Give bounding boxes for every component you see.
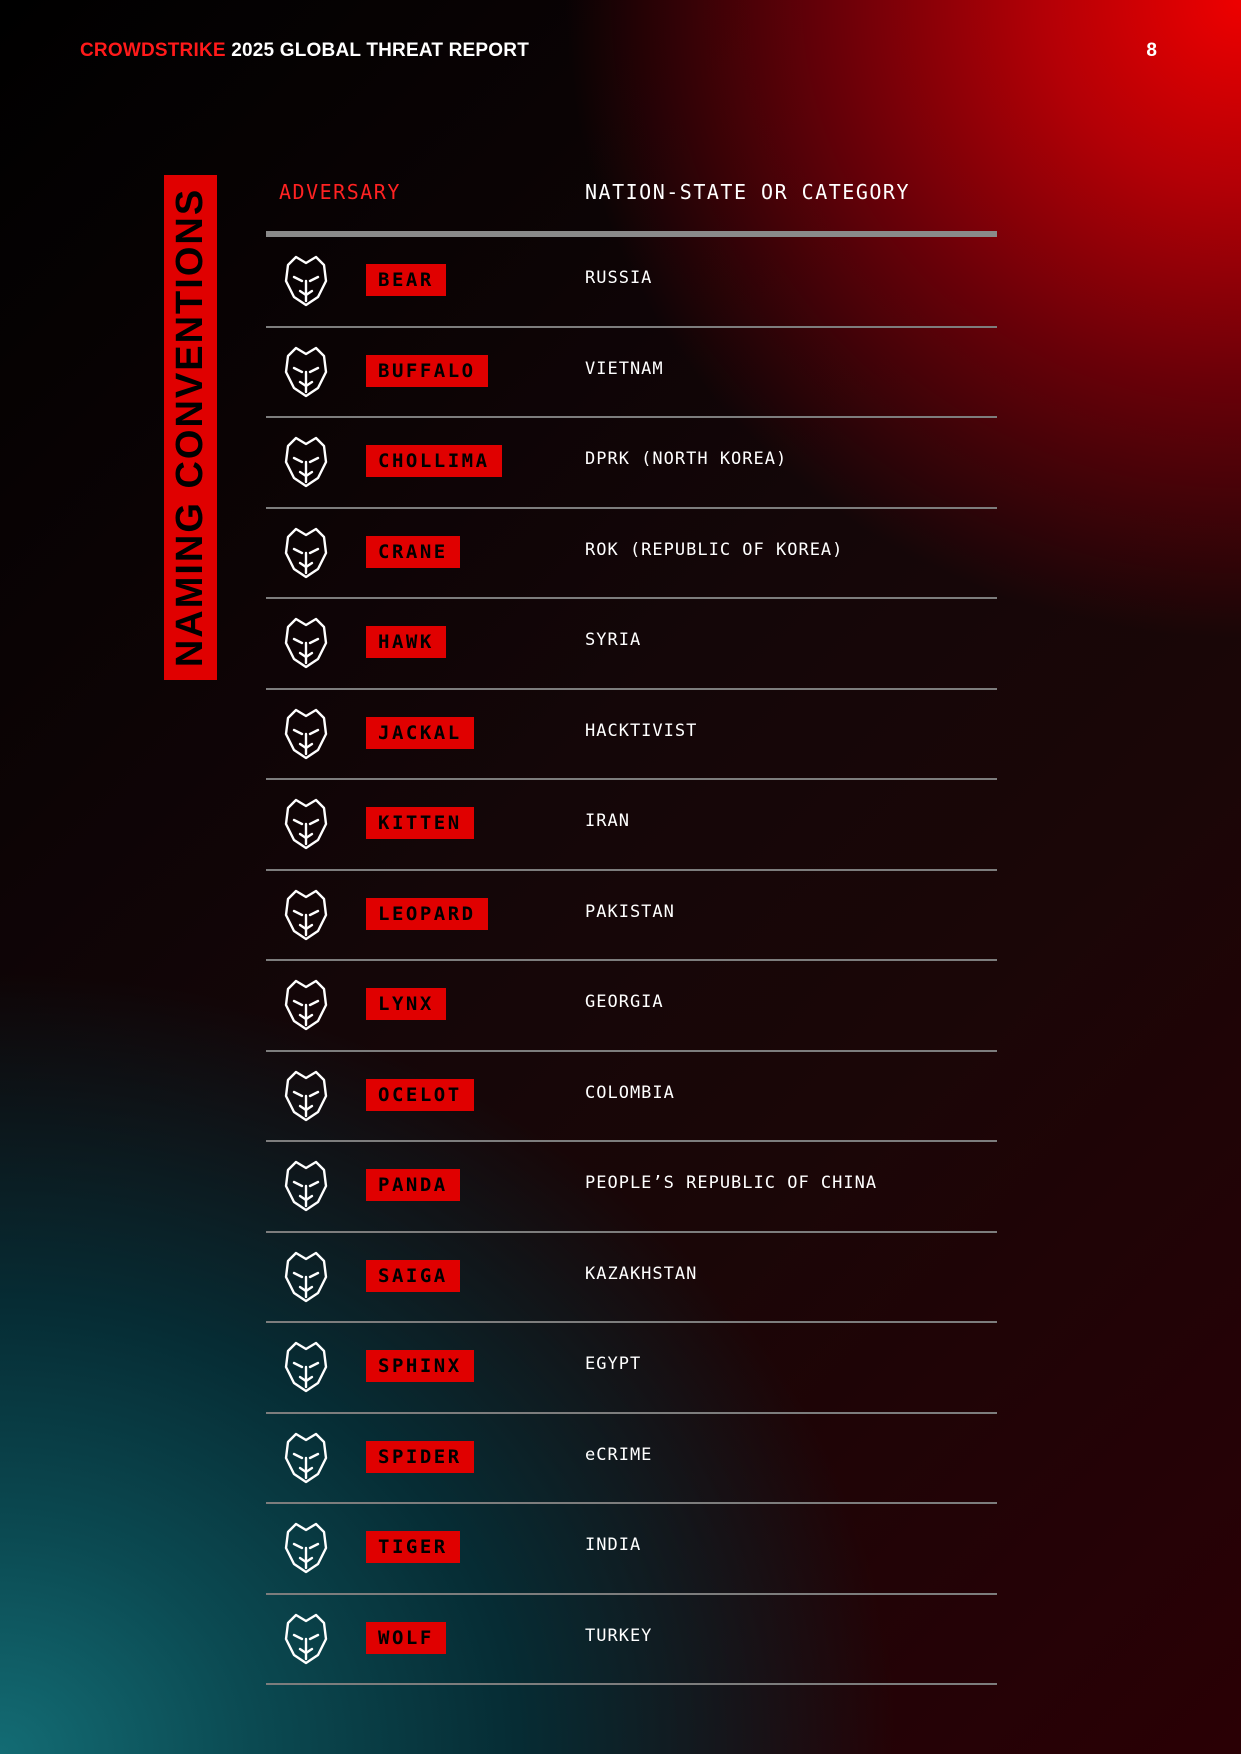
jackal-icon (276, 704, 336, 764)
column-header-nation: NATION-STATE OR CATEGORY (585, 180, 910, 204)
adversary-name-tag: OCELOT (366, 1078, 474, 1111)
adversary-name-tag: JACKAL (366, 716, 474, 749)
report-header: CROWDSTRIKE 2025 GLOBAL THREAT REPORT (80, 40, 529, 62)
adversary-name-tag: SPIDER (366, 1440, 474, 1473)
nation-label: eCRIME (585, 1444, 653, 1465)
table-row: BEAR RUSSIA (266, 237, 997, 328)
panda-icon (276, 1156, 336, 1216)
buffalo-icon (276, 342, 336, 402)
nation-label: SYRIA (585, 630, 642, 650)
adversary-name-tag: WOLF (366, 1621, 446, 1654)
page-number: 8 (1146, 40, 1157, 61)
adversary-name-tag: BEAR (366, 264, 446, 296)
nation-label: KAZAKHSTAN (585, 1263, 698, 1284)
table-row: CRANE ROK (REPUBLIC OF KOREA) (266, 509, 997, 599)
nation-label: GEORGIA (585, 992, 664, 1012)
sphinx-icon (276, 1337, 336, 1397)
adversary-name-tag: SAIGA (366, 1259, 460, 1292)
table-row: JACKAL HACKTIVIST (266, 690, 997, 780)
adversary-name-tag: PANDA (366, 1169, 460, 1201)
adversary-name-tag: TIGER (366, 1531, 460, 1563)
hawk-icon (276, 613, 336, 673)
table-row: HAWK SYRIA (266, 599, 997, 690)
nation-label: IRAN (585, 811, 630, 831)
leopard-icon (276, 885, 336, 945)
nation-label: ROK (REPUBLIC OF KOREA) (585, 539, 844, 560)
column-header-adversary: ADVERSARY (279, 180, 401, 204)
section-title: NAMING CONVENTIONS (169, 187, 212, 668)
table-row: WOLF TURKEY (266, 1595, 997, 1685)
nation-label: RUSSIA (585, 268, 653, 288)
nation-label: DPRK (NORTH KOREA) (585, 449, 788, 469)
spider-icon (276, 1428, 336, 1488)
nation-label: TURKEY (585, 1625, 653, 1646)
table-row: TIGER INDIA (266, 1504, 997, 1595)
nation-label: INDIA (585, 1535, 642, 1555)
chollima-icon (276, 432, 336, 492)
bear-icon (276, 251, 336, 311)
wolf-icon (276, 1609, 336, 1669)
adversary-name-tag: HAWK (366, 626, 446, 658)
table-row: KITTEN IRAN (266, 780, 997, 871)
ocelot-icon (276, 1066, 336, 1126)
adversary-name-tag: LEOPARD (366, 897, 488, 930)
table-row: SPIDER eCRIME (266, 1414, 997, 1504)
tiger-icon (276, 1518, 336, 1578)
nation-label: PEOPLE’S REPUBLIC OF CHINA (585, 1173, 878, 1193)
adversary-name-tag: KITTEN (366, 807, 474, 839)
adversary-name-tag: BUFFALO (366, 354, 488, 387)
nation-label: PAKISTAN (585, 901, 675, 922)
report-title: 2025 GLOBAL THREAT REPORT (225, 40, 530, 61)
table-row: CHOLLIMA DPRK (NORTH KOREA) (266, 418, 997, 509)
table-row: OCELOT COLOMBIA (266, 1052, 997, 1142)
kitten-icon (276, 794, 336, 854)
table-row: PANDA PEOPLE’S REPUBLIC OF CHINA (266, 1142, 997, 1233)
nation-label: COLOMBIA (585, 1082, 675, 1103)
table-row: LEOPARD PAKISTAN (266, 871, 997, 961)
crane-icon (276, 523, 336, 583)
adversary-name-tag: CRANE (366, 535, 460, 568)
adversary-name-tag: CHOLLIMA (366, 445, 502, 477)
lynx-icon (276, 975, 336, 1035)
saiga-icon (276, 1247, 336, 1307)
nation-label: VIETNAM (585, 358, 664, 379)
table-row: BUFFALO VIETNAM (266, 328, 997, 418)
adversary-name-tag: LYNX (366, 988, 446, 1020)
adversary-name-tag: SPHINX (366, 1350, 474, 1382)
table-row: SPHINX EGYPT (266, 1323, 997, 1414)
table-row: SAIGA KAZAKHSTAN (266, 1233, 997, 1323)
nation-label: HACKTIVIST (585, 720, 698, 741)
section-title-banner: NAMING CONVENTIONS (164, 175, 217, 680)
table-row: LYNX GEORGIA (266, 961, 997, 1052)
brand-name: CROWDSTRIKE (80, 40, 226, 61)
nation-label: EGYPT (585, 1354, 642, 1374)
adversary-table: BEAR RUSSIA BUFFALO VIETNAM CHOLLIMA DPRK (NO… (266, 237, 997, 1685)
